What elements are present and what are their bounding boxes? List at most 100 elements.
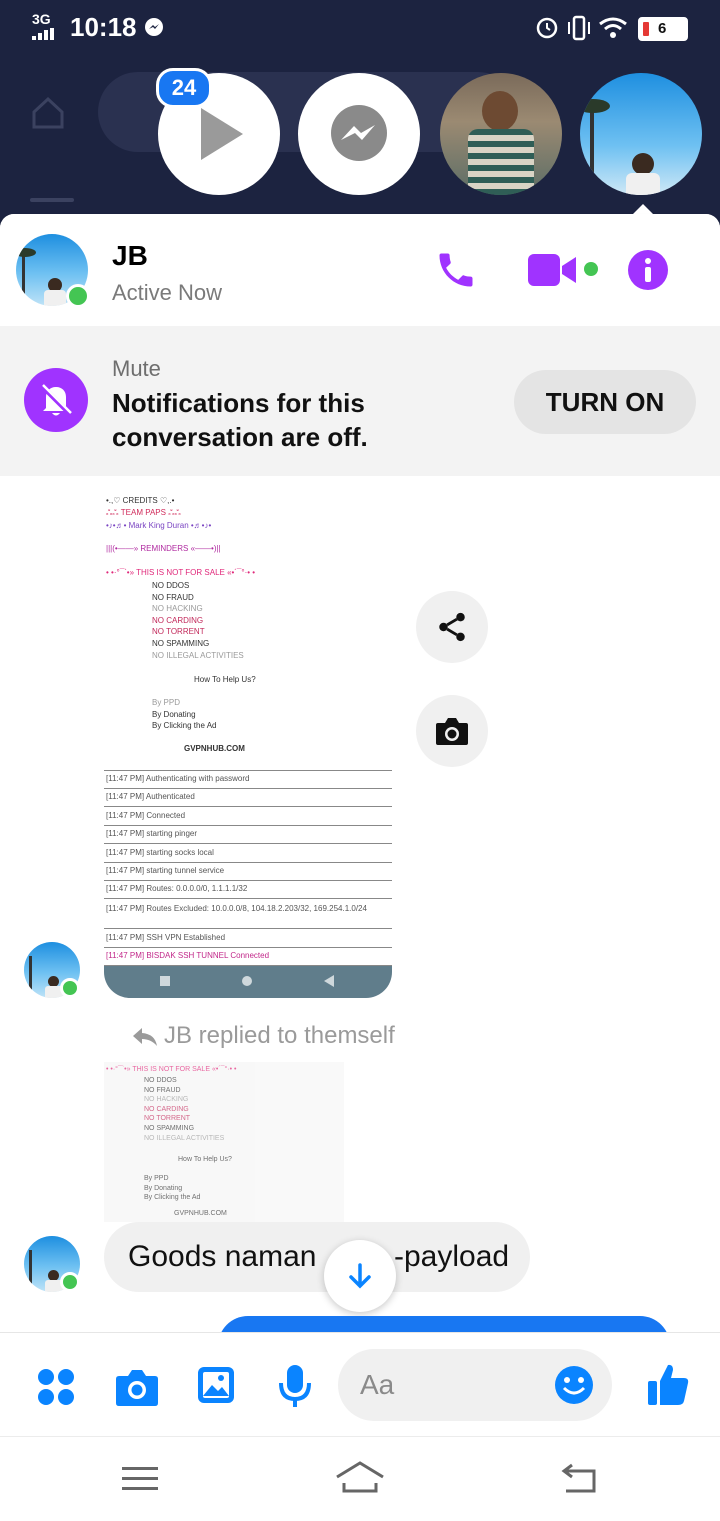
quoted-site: GVPNHUB.COM [174,1210,227,1217]
messenger-notification-icon [145,18,163,36]
more-actions-icon[interactable] [36,1367,76,1407]
author-text: •♪•♬• Mark King Duran •♬•♪• [106,521,212,530]
turn-on-button[interactable]: TURN ON [514,370,696,434]
image-message[interactable]: •.,♡ CREDITS ♡,.• ஃஃ TEAM PAPS ஃஃ •♪•♬• … [104,478,392,998]
quoted-rule: NO CARDING [144,1105,189,1113]
messenger-chat-head[interactable] [298,73,420,195]
log-line: [11:47 PM] Connected [106,811,186,820]
quoted-rule: NO FRAUD [144,1086,181,1094]
emoji-icon[interactable] [554,1365,594,1405]
contact-chat-head[interactable] [440,73,562,195]
info-icon[interactable] [626,248,670,292]
presence-status: Active Now [112,280,223,305]
site-text: GVPNHUB.COM [184,744,245,753]
quoted-rules: NO DDOS NO FRAUD NO HACKING NO CARDING N… [144,1076,224,1143]
reply-icon [133,1028,157,1046]
not-for-sale-text: • •·°¯`•» THIS IS NOT FOR SALE «•´¯°·• • [106,568,256,577]
reminders-text: |||(•——» REMINDERS «——•)|| [106,544,221,553]
messenger-icon [331,105,387,161]
log-line: [11:47 PM] starting socks local [106,848,214,857]
message-bubble[interactable]: Goods naman -payload [104,1222,530,1292]
log-line: [11:47 PM] Routes Excluded: 10.0.0.0/8, … [106,904,367,913]
log-line: [11:47 PM] Routes: 0.0.0.0/0, 1.1.1.1/32 [106,884,248,893]
log-line: [11:47 PM] SSH VPN Established [106,933,226,942]
status-bar: 3G 10:18 6 [0,0,720,58]
notification-badge: 24 [156,68,212,108]
help-list: By PPD By Donating By Clicking the Ad [152,697,216,732]
help-title: How To Help Us? [194,675,256,684]
reply-note: JB replied to themself [164,1022,395,1049]
share-button[interactable] [416,591,488,663]
quoted-help-title: How To Help Us? [178,1156,232,1163]
online-indicator [60,978,80,998]
rule-item: NO FRAUD [152,592,194,602]
help-item: By Clicking the Ad [152,721,217,731]
message-input[interactable]: Aa [338,1349,612,1421]
online-indicator [66,284,90,308]
composer-bar: Aa [0,1332,720,1437]
log-line: [11:47 PM] starting pinger [106,829,198,838]
quoted-rule: NO TORRENT [144,1115,191,1123]
rule-item: NO SPAMMING [152,638,210,648]
rule-item: NO HACKING [152,604,203,614]
video-active-dot [584,262,598,276]
vibrate-icon [568,15,590,41]
quoted-help-item: By Donating [144,1184,183,1192]
rule-item: NO DDOS [152,581,190,590]
log-line: [11:47 PM] Authenticated [106,792,195,801]
mute-title: Mute [112,356,161,381]
message-placeholder: Aa [360,1369,395,1400]
video-call-icon[interactable] [528,252,578,288]
camera-icon [436,718,468,745]
alarm-icon [536,17,558,39]
log-line: [11:47 PM] Authenticating with password [106,774,250,783]
phone-call-icon[interactable] [434,248,478,292]
home-icon [32,96,64,129]
back-nav-icon[interactable] [560,1463,598,1495]
quoted-rule: NO SPAMMING [144,1124,195,1132]
quoted-rule: NO ILLEGAL ACTIVITIES [144,1134,225,1142]
log-line: [11:47 PM] starting tunnel service [106,866,225,875]
microphone-icon[interactable] [278,1363,312,1409]
quoted-help-item: By PPD [144,1175,169,1182]
mute-message-line2: conversation are off. [112,422,368,452]
camera-icon[interactable] [114,1367,160,1407]
clock: 10:18 [70,12,137,42]
home-nav-icon[interactable] [334,1459,386,1495]
rules-list: NO DDOS NO FRAUD NO HACKING NO CARDING N… [152,580,244,661]
quoted-image-preview[interactable]: • •·°¯`•» THIS IS NOT FOR SALE «•´¯°·• •… [104,1062,344,1222]
rule-item: NO CARDING [152,615,204,625]
gallery-icon[interactable] [196,1365,236,1405]
team-text: ஃஃ TEAM PAPS ஃஃ [106,508,181,517]
share-icon [439,612,465,642]
wifi-icon [599,17,627,38]
system-nav-bar [0,1436,720,1521]
menu-hint [30,198,74,202]
scroll-to-bottom-button[interactable] [324,1240,396,1312]
credits-text: •.,♡ CREDITS ♡,.• [106,496,175,505]
battery-icon: 6 [638,17,688,41]
rule-item: NO TORRENT [152,627,205,637]
jb-chat-head[interactable] [580,73,702,195]
mute-banner: Mute Notifications for this conversation… [0,326,720,476]
online-indicator [60,1272,80,1292]
menu-icon[interactable] [122,1465,158,1493]
bell-muted-icon [24,368,88,432]
play-icon [201,108,243,160]
quoted-help-item: By Clicking the Ad [144,1194,201,1202]
log-line: [11:47 PM] BISDAK SSH TUNNEL Connected [106,951,270,960]
rule-item: NO ILLEGAL ACTIVITIES [152,650,244,660]
mute-message-line1: Notifications for this [112,388,365,418]
help-item: By PPD [152,698,181,707]
help-item: By Donating [152,709,196,719]
signal-icon [32,28,54,40]
save-photo-button[interactable] [416,695,488,767]
conversation-header: JB Active Now [0,214,720,326]
quoted-rule: NO DDOS [144,1077,177,1084]
quoted-not-for-sale: • •·°¯`•» THIS IS NOT FOR SALE «•´¯°·• • [106,1066,237,1073]
message-text-left: Goods naman [128,1240,317,1273]
arrow-down-icon [349,1263,371,1289]
network-indicator: 3G [32,11,51,27]
like-icon[interactable] [646,1361,690,1407]
quoted-rule: NO HACKING [144,1096,189,1104]
